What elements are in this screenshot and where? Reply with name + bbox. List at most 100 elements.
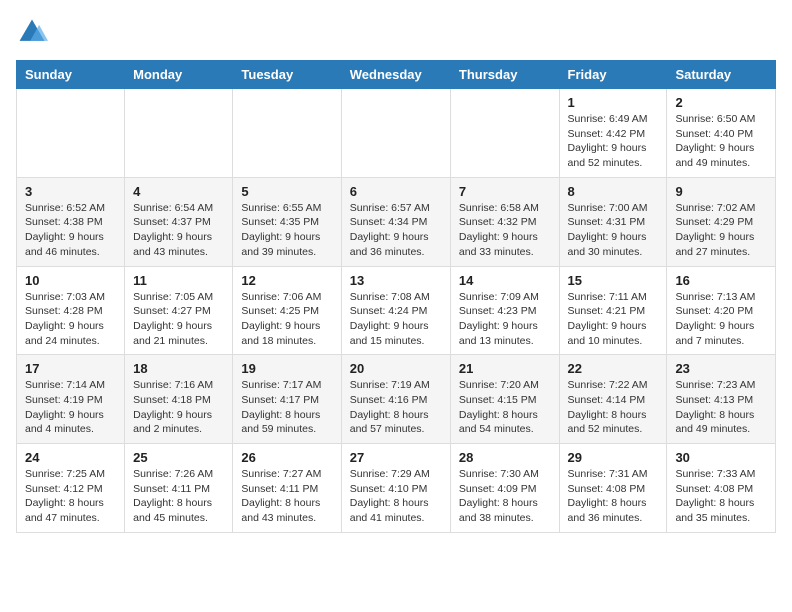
day-cell [450, 89, 559, 178]
logo-icon [16, 16, 48, 48]
day-number: 23 [675, 361, 767, 376]
day-info: Sunrise: 6:54 AM Sunset: 4:37 PM Dayligh… [133, 201, 224, 260]
day-cell: 10 Sunrise: 7:03 AM Sunset: 4:28 PM Dayli… [17, 266, 125, 355]
day-header-wednesday: Wednesday [341, 61, 450, 89]
day-number: 5 [241, 184, 332, 199]
day-info: Sunrise: 7:05 AM Sunset: 4:27 PM Dayligh… [133, 290, 224, 349]
day-cell: 19 Sunrise: 7:17 AM Sunset: 4:17 PM Dayli… [233, 355, 341, 444]
day-number: 11 [133, 273, 224, 288]
day-cell: 28 Sunrise: 7:30 AM Sunset: 4:09 PM Dayli… [450, 444, 559, 533]
day-number: 6 [350, 184, 442, 199]
day-number: 3 [25, 184, 116, 199]
day-cell: 5 Sunrise: 6:55 AM Sunset: 4:35 PM Daylig… [233, 177, 341, 266]
day-number: 12 [241, 273, 332, 288]
day-info: Sunrise: 7:19 AM Sunset: 4:16 PM Dayligh… [350, 378, 442, 437]
day-header-saturday: Saturday [667, 61, 776, 89]
day-info: Sunrise: 6:50 AM Sunset: 4:40 PM Dayligh… [675, 112, 767, 171]
calendar-table: SundayMondayTuesdayWednesdayThursdayFrid… [16, 60, 776, 533]
day-cell: 29 Sunrise: 7:31 AM Sunset: 4:08 PM Dayli… [559, 444, 667, 533]
day-info: Sunrise: 7:13 AM Sunset: 4:20 PM Dayligh… [675, 290, 767, 349]
day-header-tuesday: Tuesday [233, 61, 341, 89]
day-cell: 8 Sunrise: 7:00 AM Sunset: 4:31 PM Daylig… [559, 177, 667, 266]
day-cell: 15 Sunrise: 7:11 AM Sunset: 4:21 PM Dayli… [559, 266, 667, 355]
day-number: 15 [568, 273, 659, 288]
day-info: Sunrise: 6:58 AM Sunset: 4:32 PM Dayligh… [459, 201, 551, 260]
day-cell: 12Sunrise: 7:06 AM Sunset: 4:25 PM Dayli… [233, 266, 341, 355]
day-cell: 11 Sunrise: 7:05 AM Sunset: 4:27 PM Dayli… [125, 266, 233, 355]
day-number: 29 [568, 450, 659, 465]
day-info: Sunrise: 7:31 AM Sunset: 4:08 PM Dayligh… [568, 467, 659, 526]
day-cell [125, 89, 233, 178]
day-number: 20 [350, 361, 442, 376]
day-cell: 25 Sunrise: 7:26 AM Sunset: 4:11 PM Dayli… [125, 444, 233, 533]
day-info: Sunrise: 6:57 AM Sunset: 4:34 PM Dayligh… [350, 201, 442, 260]
day-info: Sunrise: 7:11 AM Sunset: 4:21 PM Dayligh… [568, 290, 659, 349]
day-cell: 22Sunrise: 7:22 AM Sunset: 4:14 PM Dayli… [559, 355, 667, 444]
day-cell [341, 89, 450, 178]
day-number: 19 [241, 361, 332, 376]
week-row-1: 1 Sunrise: 6:49 AM Sunset: 4:42 PM Daylig… [17, 89, 776, 178]
day-cell: 1 Sunrise: 6:49 AM Sunset: 4:42 PM Daylig… [559, 89, 667, 178]
day-number: 10 [25, 273, 116, 288]
day-header-thursday: Thursday [450, 61, 559, 89]
day-cell: 30 Sunrise: 7:33 AM Sunset: 4:08 PM Dayli… [667, 444, 776, 533]
day-cell: 18 Sunrise: 7:16 AM Sunset: 4:18 PM Dayli… [125, 355, 233, 444]
day-header-monday: Monday [125, 61, 233, 89]
week-row-4: 17 Sunrise: 7:14 AM Sunset: 4:19 PM Dayli… [17, 355, 776, 444]
day-cell [233, 89, 341, 178]
day-number: 1 [568, 95, 659, 110]
day-info: Sunrise: 7:08 AM Sunset: 4:24 PM Dayligh… [350, 290, 442, 349]
day-info: Sunrise: 7:30 AM Sunset: 4:09 PM Dayligh… [459, 467, 551, 526]
day-info: Sunrise: 7:02 AM Sunset: 4:29 PM Dayligh… [675, 201, 767, 260]
day-cell: 14Sunrise: 7:09 AM Sunset: 4:23 PM Dayli… [450, 266, 559, 355]
day-number: 18 [133, 361, 224, 376]
calendar-header-row: SundayMondayTuesdayWednesdayThursdayFrid… [17, 61, 776, 89]
day-header-friday: Friday [559, 61, 667, 89]
week-row-5: 24Sunrise: 7:25 AM Sunset: 4:12 PM Dayli… [17, 444, 776, 533]
day-number: 2 [675, 95, 767, 110]
day-number: 4 [133, 184, 224, 199]
day-info: Sunrise: 7:26 AM Sunset: 4:11 PM Dayligh… [133, 467, 224, 526]
day-cell: 2 Sunrise: 6:50 AM Sunset: 4:40 PM Daylig… [667, 89, 776, 178]
day-number: 9 [675, 184, 767, 199]
day-number: 27 [350, 450, 442, 465]
day-number: 28 [459, 450, 551, 465]
day-cell: 27 Sunrise: 7:29 AM Sunset: 4:10 PM Dayli… [341, 444, 450, 533]
logo [16, 16, 52, 48]
day-info: Sunrise: 7:14 AM Sunset: 4:19 PM Dayligh… [25, 378, 116, 437]
day-info: Sunrise: 7:33 AM Sunset: 4:08 PM Dayligh… [675, 467, 767, 526]
day-cell: 16 Sunrise: 7:13 AM Sunset: 4:20 PM Dayli… [667, 266, 776, 355]
day-number: 8 [568, 184, 659, 199]
day-info: Sunrise: 7:29 AM Sunset: 4:10 PM Dayligh… [350, 467, 442, 526]
day-info: Sunrise: 7:17 AM Sunset: 4:17 PM Dayligh… [241, 378, 332, 437]
day-number: 30 [675, 450, 767, 465]
day-number: 17 [25, 361, 116, 376]
day-cell: 4 Sunrise: 6:54 AM Sunset: 4:37 PM Daylig… [125, 177, 233, 266]
day-cell: 7 Sunrise: 6:58 AM Sunset: 4:32 PM Daylig… [450, 177, 559, 266]
day-info: Sunrise: 7:09 AM Sunset: 4:23 PM Dayligh… [459, 290, 551, 349]
day-info: Sunrise: 7:00 AM Sunset: 4:31 PM Dayligh… [568, 201, 659, 260]
day-number: 25 [133, 450, 224, 465]
day-info: Sunrise: 6:55 AM Sunset: 4:35 PM Dayligh… [241, 201, 332, 260]
day-number: 24 [25, 450, 116, 465]
day-info: Sunrise: 7:27 AM Sunset: 4:11 PM Dayligh… [241, 467, 332, 526]
day-info: Sunrise: 6:52 AM Sunset: 4:38 PM Dayligh… [25, 201, 116, 260]
day-info: Sunrise: 7:20 AM Sunset: 4:15 PM Dayligh… [459, 378, 551, 437]
day-number: 21 [459, 361, 551, 376]
day-info: Sunrise: 6:49 AM Sunset: 4:42 PM Dayligh… [568, 112, 659, 171]
day-number: 7 [459, 184, 551, 199]
day-cell: 20 Sunrise: 7:19 AM Sunset: 4:16 PM Dayli… [341, 355, 450, 444]
day-info: Sunrise: 7:23 AM Sunset: 4:13 PM Dayligh… [675, 378, 767, 437]
day-cell [17, 89, 125, 178]
day-number: 16 [675, 273, 767, 288]
day-cell: 3 Sunrise: 6:52 AM Sunset: 4:38 PM Daylig… [17, 177, 125, 266]
page-header [16, 16, 776, 48]
day-header-sunday: Sunday [17, 61, 125, 89]
day-number: 26 [241, 450, 332, 465]
day-cell: 23 Sunrise: 7:23 AM Sunset: 4:13 PM Dayli… [667, 355, 776, 444]
day-info: Sunrise: 7:03 AM Sunset: 4:28 PM Dayligh… [25, 290, 116, 349]
day-number: 13 [350, 273, 442, 288]
week-row-2: 3 Sunrise: 6:52 AM Sunset: 4:38 PM Daylig… [17, 177, 776, 266]
day-cell: 6 Sunrise: 6:57 AM Sunset: 4:34 PM Daylig… [341, 177, 450, 266]
day-info: Sunrise: 7:16 AM Sunset: 4:18 PM Dayligh… [133, 378, 224, 437]
